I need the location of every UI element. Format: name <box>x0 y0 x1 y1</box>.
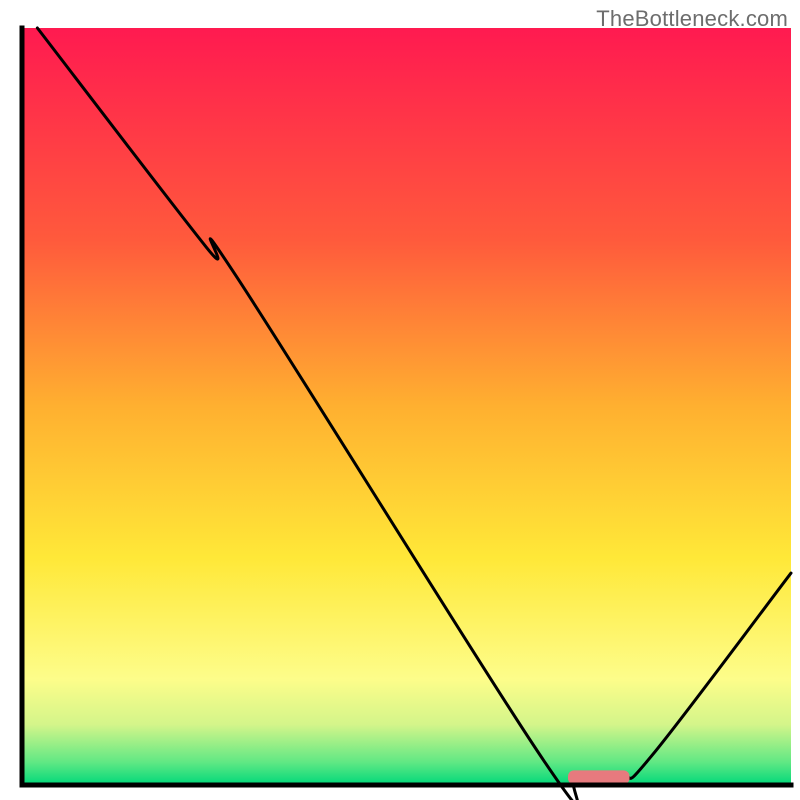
bottleneck-chart <box>0 0 800 800</box>
plot-background <box>22 28 791 785</box>
watermark-text: TheBottleneck.com <box>596 6 788 32</box>
chart-container: TheBottleneck.com <box>0 0 800 800</box>
optimal-marker <box>568 770 630 784</box>
